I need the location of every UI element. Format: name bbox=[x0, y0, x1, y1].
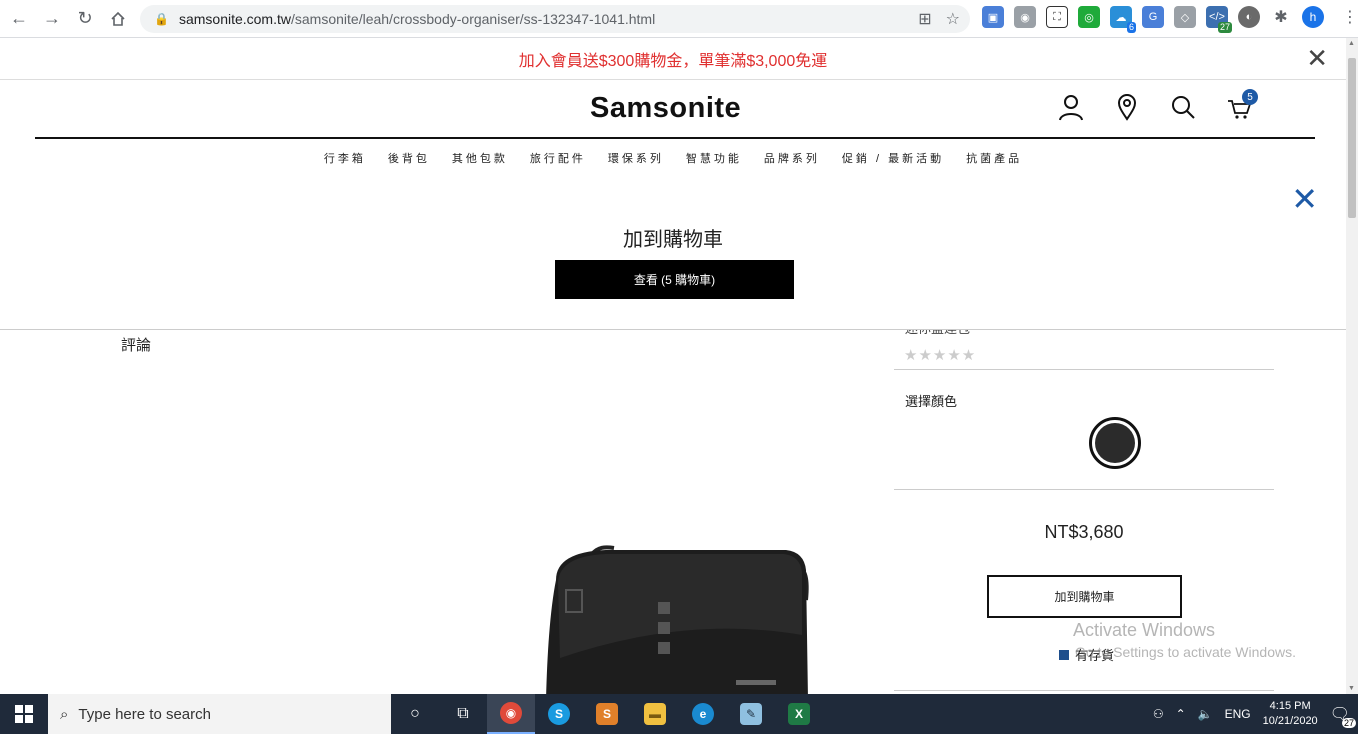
stock-indicator-icon bbox=[1059, 649, 1069, 660]
close-icon[interactable]: ✕ bbox=[1291, 183, 1318, 215]
screenshot-icon[interactable]: ⛶ bbox=[1046, 6, 1068, 28]
system-tray: ⚇ ⌃ 🔈 ENG 4:15 PM 10/21/2020 🗨 27 bbox=[1153, 694, 1358, 734]
puzzle-icon[interactable]: ✱ bbox=[1270, 6, 1292, 28]
volume-icon[interactable]: 🔈 bbox=[1198, 707, 1213, 721]
scroll-thumb[interactable] bbox=[1348, 58, 1356, 218]
product-image[interactable] bbox=[536, 540, 826, 700]
extension-icon[interactable]: ▣ bbox=[982, 6, 1004, 28]
cart-count-badge: 5 bbox=[1242, 89, 1258, 105]
samsonite-logo[interactable]: Samsonite bbox=[590, 92, 741, 125]
camera-icon[interactable]: ◉ bbox=[1014, 6, 1036, 28]
lock-icon: 🔒 bbox=[154, 12, 169, 26]
back-icon[interactable]: ← bbox=[5, 5, 33, 33]
windows-start-icon[interactable] bbox=[0, 694, 48, 734]
language-indicator[interactable]: ENG bbox=[1225, 707, 1251, 721]
nav-item-other-bags[interactable]: 其他包款 bbox=[452, 150, 508, 166]
translate-extension-icon[interactable]: G bbox=[1142, 6, 1164, 28]
taskbar-search-placeholder: Type here to search bbox=[78, 705, 211, 723]
search-icon[interactable] bbox=[1170, 93, 1196, 121]
close-icon[interactable]: ✕ bbox=[1306, 45, 1328, 71]
reload-icon[interactable]: ↻ bbox=[71, 5, 99, 33]
scroll-up-icon[interactable]: ▲ bbox=[1348, 40, 1355, 47]
clock-date: 10/21/2020 bbox=[1262, 715, 1318, 727]
profile-avatar[interactable]: h bbox=[1302, 6, 1324, 28]
promo-text[interactable]: 加入會員送$300購物金，單筆滿$3,000免運 bbox=[519, 47, 828, 71]
clock[interactable]: 4:15 PM 10/21/2020 bbox=[1263, 699, 1318, 729]
promo-banner: 加入會員送$300購物金，單筆滿$3,000免運 ✕ bbox=[0, 38, 1346, 80]
extension-badge: 27 bbox=[1217, 22, 1232, 33]
url-host: samsonite.com.tw bbox=[178, 11, 291, 27]
menu-kebab-icon[interactable]: ⋮ bbox=[1342, 7, 1358, 27]
taskbar-search[interactable]: ⌕ Type here to search bbox=[48, 694, 391, 734]
color-select-label: 選擇顏色 bbox=[905, 394, 958, 409]
divider bbox=[894, 369, 1274, 370]
store-locator-icon[interactable] bbox=[1114, 93, 1140, 121]
bookmark-star-icon[interactable]: ☆ bbox=[946, 9, 960, 29]
skype-taskbar-icon[interactable]: S bbox=[535, 694, 583, 734]
view-cart-button[interactable]: 查看 (5 購物車) bbox=[555, 260, 794, 299]
notification-icon[interactable]: 🗨 27 bbox=[1330, 704, 1356, 728]
scroll-down-icon[interactable]: ▼ bbox=[1348, 685, 1355, 692]
product-price: NT$3,680 bbox=[1044, 522, 1124, 542]
dev-extension-icon[interactable]: </> 27 bbox=[1206, 6, 1232, 33]
sublime-taskbar-icon[interactable]: S bbox=[583, 694, 631, 734]
divider bbox=[894, 690, 1274, 691]
browser-toolbar: ← → ↻ 🔒 samsonite.com.tw/samsonite/leah/… bbox=[0, 0, 1358, 38]
home-icon[interactable] bbox=[104, 5, 132, 33]
header-divider bbox=[35, 137, 1315, 139]
tag-icon[interactable]: ◇ bbox=[1174, 6, 1196, 28]
notepad-taskbar-icon[interactable]: ✎ bbox=[727, 694, 775, 734]
file-explorer-taskbar-icon[interactable]: ▬ bbox=[631, 694, 679, 734]
meet-extension-icon[interactable]: ☁ 6 bbox=[1110, 6, 1136, 33]
people-icon[interactable]: ⚇ bbox=[1153, 707, 1164, 721]
cortana-icon[interactable]: ○ bbox=[391, 694, 439, 734]
nav-item-travel-accessories[interactable]: 旅行配件 bbox=[530, 150, 586, 166]
excel-taskbar-icon[interactable]: X bbox=[775, 694, 823, 734]
cart-icon[interactable]: 5 bbox=[1226, 89, 1258, 121]
clock-time: 4:15 PM bbox=[1269, 700, 1311, 712]
extension-badge: 6 bbox=[1126, 22, 1136, 33]
rating-stars[interactable]: ★★★★★ bbox=[904, 346, 976, 364]
nav-item-promotions[interactable]: 促銷 / 最新活動 bbox=[842, 150, 944, 166]
divider bbox=[894, 489, 1274, 490]
category-nav: 行李箱 後背包 其他包款 旅行配件 環保系列 智慧功能 品牌系列 促銷 / 最新… bbox=[0, 150, 1346, 166]
nav-item-smart-features[interactable]: 智慧功能 bbox=[686, 150, 742, 166]
address-bar[interactable]: 🔒 samsonite.com.tw/samsonite/leah/crossb… bbox=[140, 5, 970, 33]
account-icon[interactable] bbox=[1058, 93, 1084, 121]
nav-item-brand-series[interactable]: 品牌系列 bbox=[764, 150, 820, 166]
scrollbar[interactable]: ▲ ▼ bbox=[1346, 38, 1358, 694]
taskbar: ⌕ Type here to search ○ ⧉ ◉ S S ▬ e ✎ X … bbox=[0, 694, 1358, 734]
rewind-icon[interactable]: ◐ bbox=[1238, 6, 1260, 28]
activation-watermark-text: Go to Settings to activate Windows. bbox=[1075, 644, 1296, 660]
site-header: Samsonite 5 bbox=[0, 80, 1346, 140]
activation-watermark-title: Activate Windows bbox=[1073, 620, 1216, 640]
color-swatch-black[interactable] bbox=[1089, 417, 1141, 469]
nav-item-luggage[interactable]: 行李箱 bbox=[324, 150, 366, 166]
edge-taskbar-icon[interactable]: e bbox=[679, 694, 727, 734]
notification-count: 27 bbox=[1341, 718, 1356, 728]
url-path: /samsonite/leah/crossbody-organiser/ss-1… bbox=[291, 11, 656, 27]
overlay-title: 加到購物車 bbox=[623, 229, 723, 251]
add-to-cart-overlay: 加到購物車 查看 (5 購物車) ✕ bbox=[0, 170, 1346, 330]
translate-icon[interactable]: ⊞ bbox=[918, 9, 931, 29]
chrome-taskbar-icon[interactable]: ◉ bbox=[487, 694, 535, 734]
chevron-up-icon[interactable]: ⌃ bbox=[1176, 707, 1186, 721]
nav-item-eco-series[interactable]: 環保系列 bbox=[608, 150, 664, 166]
task-view-icon[interactable]: ⧉ bbox=[439, 694, 487, 734]
grammar-icon[interactable]: ◎ bbox=[1078, 6, 1100, 28]
nav-item-antibacterial[interactable]: 抗菌產品 bbox=[966, 150, 1022, 166]
reviews-label[interactable]: 評論 bbox=[121, 334, 151, 355]
search-icon: ⌕ bbox=[60, 705, 69, 723]
forward-icon[interactable]: → bbox=[38, 5, 66, 33]
nav-item-backpacks[interactable]: 後背包 bbox=[388, 150, 430, 166]
add-to-cart-button[interactable]: 加到購物車 bbox=[987, 575, 1182, 618]
